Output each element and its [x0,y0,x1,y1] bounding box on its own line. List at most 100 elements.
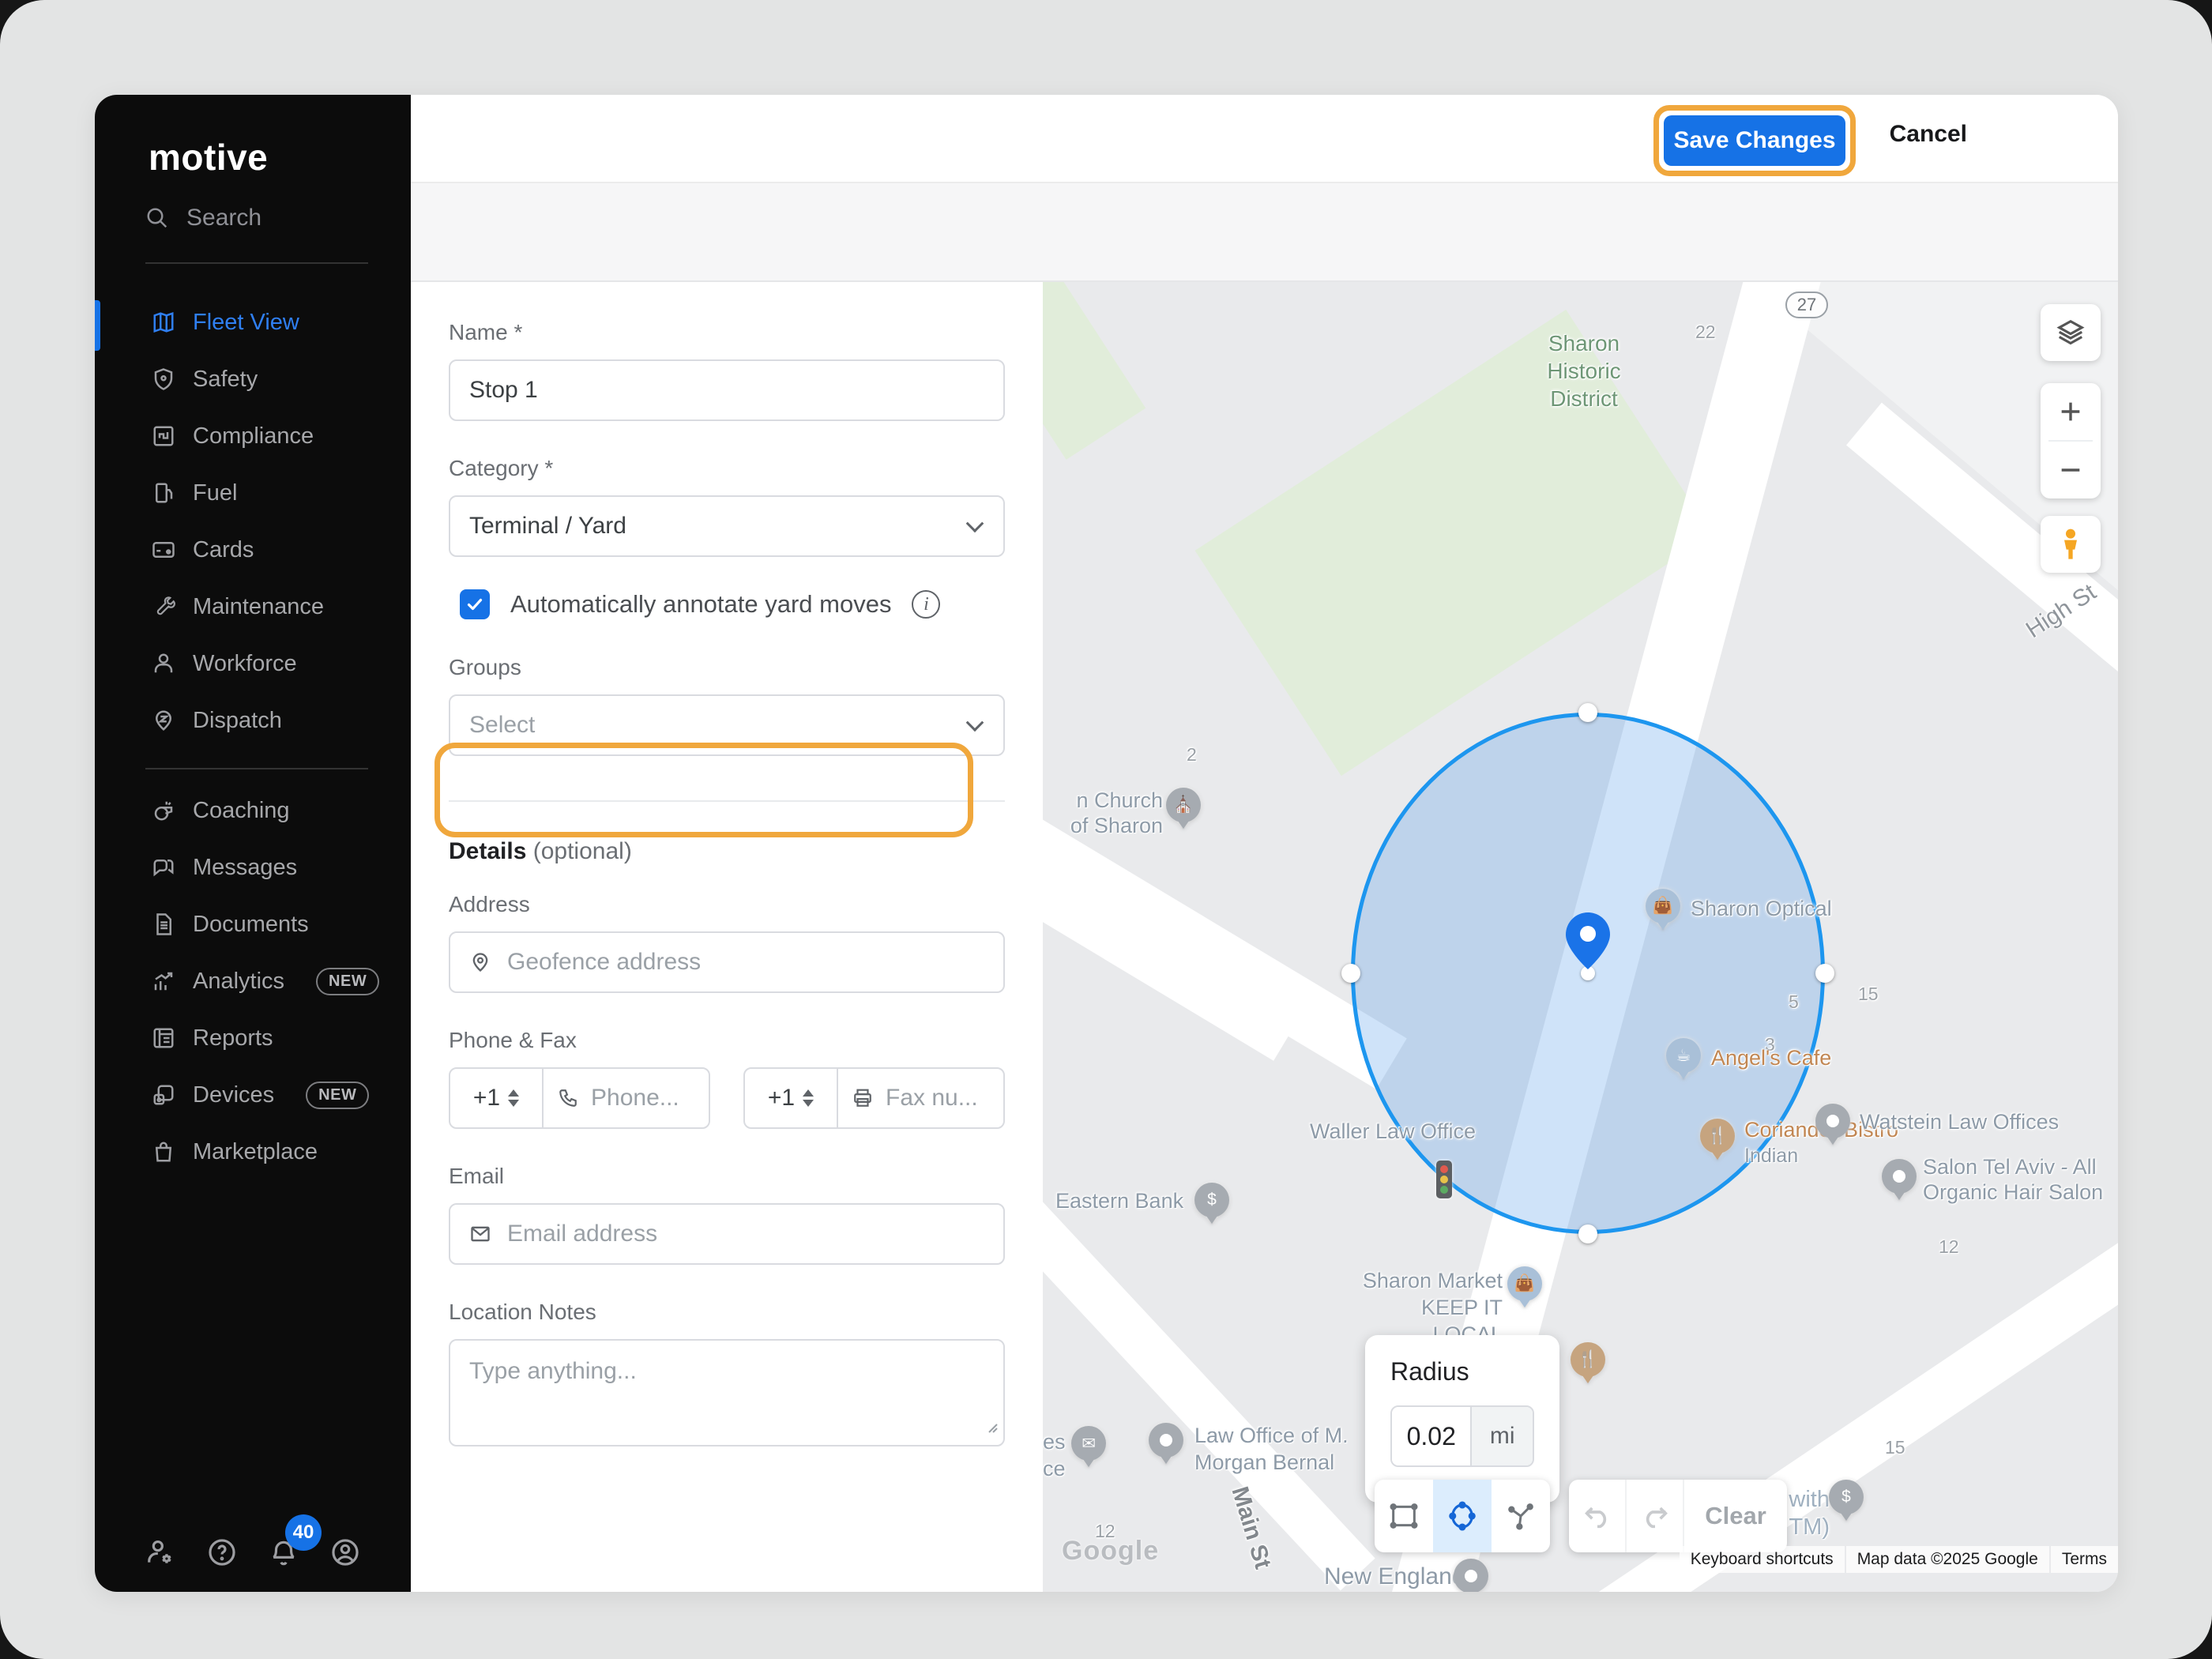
radius-title: Radius [1390,1357,1534,1386]
sidebar-item-cards[interactable]: Cards [95,521,411,578]
watstein-pin [1815,1104,1850,1145]
sidebar: motive Search Fleet View Safety Complian… [95,95,411,1592]
divider [145,768,368,769]
undo-button[interactable] [1569,1480,1627,1552]
divider [145,262,368,264]
phone-fax-row: +1 Phone... +1 Fax nu... [449,1067,1005,1129]
google-logo: Google [1062,1536,1159,1567]
phone-country-select[interactable]: +1 [450,1069,544,1127]
info-icon[interactable]: i [912,590,940,619]
geofence-handle-north[interactable] [1578,703,1597,722]
phone-fax-label: Phone & Fax [449,1028,1005,1053]
polygon-tool-icon [1505,1500,1537,1532]
morgan-bernal-pin [1149,1423,1183,1464]
address-label: Address [449,892,1005,917]
sidebar-item-maintenance[interactable]: Maintenance [95,578,411,635]
motive-logo: motive [149,136,268,179]
admin-settings-button[interactable] [143,1535,178,1570]
eastern-bank-pin: $ [1194,1183,1229,1224]
notifications-button[interactable]: 40 [266,1535,301,1570]
map-data-label: Map data ©2025 Google [1846,1546,2049,1573]
zoom-out-button[interactable] [2041,442,2101,498]
phone-field[interactable]: Phone... [544,1069,709,1127]
sidebar-item-compliance[interactable]: Compliance [95,408,411,465]
circle-tool[interactable] [1433,1480,1492,1552]
redo-button[interactable] [1627,1480,1684,1552]
help-button[interactable] [205,1535,239,1570]
sidebar-item-workforce[interactable]: Workforce [95,635,411,692]
annotate-checkbox[interactable] [460,589,490,619]
geofence-handle-west[interactable] [1341,964,1360,983]
report-table-icon [152,1026,175,1050]
sidebar-item-dispatch[interactable]: Dispatch [95,692,411,749]
polygon-tool[interactable] [1492,1480,1550,1552]
stepper-icon [508,1089,519,1107]
geofence-pin[interactable] [1566,912,1610,971]
zoom-control [2041,383,2101,498]
sidebar-item-fuel[interactable]: Fuel [95,465,411,521]
name-label: Name * [449,320,1005,345]
park-area [1043,282,1146,460]
sidebar-item-messages[interactable]: Messages [95,839,411,896]
geofence-handle-east[interactable] [1815,964,1834,983]
sidebar-item-coaching[interactable]: Coaching [95,782,411,839]
search-input[interactable]: Search [145,199,367,237]
details-heading: Details (optional) [449,838,1005,865]
check-icon [465,595,484,614]
map-icon [152,310,175,334]
name-field[interactable]: Stop 1 [449,359,1005,421]
rectangle-tool[interactable] [1375,1480,1433,1552]
atm-pin: $ [1829,1480,1864,1521]
terms-link[interactable]: Terms [2051,1546,2118,1573]
sidebar-item-devices[interactable]: Devices NEW [95,1066,411,1123]
category-select[interactable]: Terminal / Yard [449,495,1005,557]
layers-button[interactable] [2041,304,2101,361]
zoom-in-button[interactable] [2041,383,2101,440]
fuel-pump-icon [152,481,175,505]
radius-value-input[interactable]: 0.02 [1392,1407,1470,1465]
geofence-handle-south[interactable] [1578,1224,1597,1243]
annotate-checkbox-label: Automatically annotate yard moves [510,590,891,619]
map-canvas[interactable]: Sharon Historic District 2 n Church of S… [1043,282,2118,1592]
annotate-yard-moves-row: Automatically annotate yard moves i [449,557,1005,652]
map-label-morgan-bernal: Law Office of M. Morgan Bernal [1194,1423,1349,1477]
cancel-button[interactable]: Cancel [1885,120,1972,149]
groups-label: Groups [449,655,1005,680]
save-button[interactable]: Save Changes [1664,115,1845,166]
location-notes-textarea[interactable]: Type anything... [449,1339,1005,1446]
new-badge: NEW [316,968,379,995]
fax-country-select[interactable]: +1 [745,1069,838,1127]
map-label-historic-district: Sharon Historic District [1517,329,1651,412]
fax-field[interactable]: Fax nu... [838,1069,1003,1127]
sidebar-item-analytics[interactable]: Analytics NEW [95,953,411,1010]
resize-grip-icon[interactable] [984,1413,999,1440]
fax-group: +1 Fax nu... [743,1067,1005,1129]
sidebar-item-marketplace[interactable]: Marketplace [95,1123,411,1180]
radius-unit[interactable]: mi [1470,1407,1533,1465]
clear-button[interactable]: Clear [1684,1480,1787,1552]
devices-icon [152,1083,175,1107]
sidebar-item-reports[interactable]: Reports [95,1010,411,1066]
account-button[interactable] [328,1535,363,1570]
phone-icon [558,1088,578,1108]
envelope-icon [469,1223,491,1245]
email-field[interactable]: Email address [449,1203,1005,1265]
geofence-form: Name * Stop 1 Category * Terminal / Yard… [411,282,1043,1592]
keyboard-shortcuts-link[interactable]: Keyboard shortcuts [1680,1546,1845,1573]
notification-count-badge: 40 [285,1514,322,1551]
sharon-optical-pin: 👜 [1646,889,1680,930]
chevron-down-icon [966,713,984,732]
category-label: Category * [449,456,1005,481]
annotation-highlight-checkbox [434,743,973,837]
sidebar-item-documents[interactable]: Documents [95,896,411,953]
address-field[interactable]: Geofence address [449,931,1005,993]
screenshot-stage: motive Search Fleet View Safety Complian… [0,0,2212,1659]
map-label-12-right: 12 [1939,1236,1959,1258]
map-label-eastern-bank: Eastern Bank [1055,1189,1183,1213]
chevron-down-icon [966,514,984,532]
street-view-button[interactable] [2041,516,2101,573]
sidebar-item-fleet-view[interactable]: Fleet View [95,294,411,351]
account-circle-icon [330,1537,360,1567]
sidebar-item-safety[interactable]: Safety [95,351,411,408]
groups-select[interactable]: Select [449,694,1005,756]
